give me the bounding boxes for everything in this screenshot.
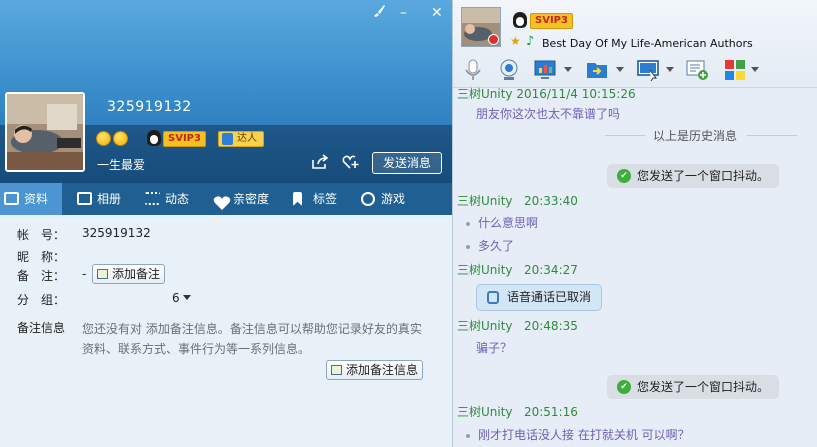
- webcam-icon[interactable]: [497, 58, 521, 82]
- now-playing-song[interactable]: Best Day Of My Life-American Authors: [542, 37, 753, 50]
- check-icon: ✔: [617, 380, 631, 394]
- bookmark-icon: [293, 192, 302, 206]
- music-note-icon: ♪: [526, 34, 535, 49]
- nickname-label: 昵 称：: [17, 250, 66, 264]
- share-icon[interactable]: [310, 154, 330, 172]
- file-transfer-icon[interactable]: [585, 58, 609, 82]
- vip-badge[interactable]: SVIP3: [163, 131, 206, 147]
- apps-grid-icon[interactable]: [723, 58, 747, 82]
- tab-intimacy[interactable]: 亲密度: [209, 183, 279, 215]
- message-line: 骗子？: [476, 341, 513, 355]
- check-icon: ✔: [617, 169, 631, 183]
- message-add-icon[interactable]: [685, 58, 709, 82]
- window-shake-notice: ✔ 您发送了一个窗口抖动。: [607, 164, 780, 188]
- remark-info-text: 您还没有对 添加备注信息。备注信息可以帮助您记录好友的真实资料、联系方式、事件行…: [82, 322, 422, 356]
- remark-info-label: 备注信息: [17, 321, 66, 335]
- close-button[interactable]: ✕: [431, 4, 443, 22]
- message-line: 多久了: [466, 237, 514, 254]
- penguin-icon: [513, 12, 527, 28]
- signature: 一生最爱: [97, 158, 146, 172]
- account-value: 325919132: [82, 226, 151, 240]
- remark-label: 备 注：: [17, 269, 66, 283]
- account-label: 帐 号：: [17, 228, 66, 242]
- screen-share-icon[interactable]: [533, 58, 557, 82]
- chat-panel: SVIP3 ★ ♪ Best Day Of My Life-American A…: [452, 0, 817, 447]
- profile-banner: – ✕ 325919132 SVIP3 达人 一生最爱 发送消息: [0, 0, 452, 183]
- message-sender: 三树Unity 20:34:27: [457, 263, 578, 277]
- smiley-icon: [113, 131, 128, 146]
- remark-value: -: [82, 267, 87, 281]
- blocked-icon: [488, 34, 499, 45]
- history-message-header: 三树Unity 2016/11/4 10:15:26: [457, 87, 636, 101]
- id-card-icon: [4, 192, 19, 205]
- feed-list-icon: [145, 192, 160, 205]
- message-sender: 三树Unity 20:48:35: [457, 319, 578, 333]
- tab-album[interactable]: 相册: [73, 183, 135, 215]
- photo-album-icon: [77, 192, 92, 205]
- vip-badge[interactable]: SVIP3: [530, 13, 573, 29]
- heart-add-icon[interactable]: [341, 154, 361, 172]
- qq-number-display: 325919132: [107, 99, 192, 115]
- penguin-icon: [147, 130, 161, 146]
- qq-window: – ✕ 325919132 SVIP3 达人 一生最爱 发送消息 资料 相册 动…: [0, 0, 817, 447]
- message-sender: 三树Unity 20:51:16: [457, 405, 578, 419]
- call-cancelled-bubble[interactable]: 语音通话已取消: [476, 284, 603, 311]
- tab-games[interactable]: 游戏: [357, 183, 417, 215]
- add-remark-info-button[interactable]: 添加备注信息: [326, 360, 424, 380]
- history-separator: 以上是历史消息: [453, 127, 817, 143]
- heart-icon: [213, 191, 231, 210]
- game-icon: [361, 192, 375, 206]
- profile-panel: – ✕ 325919132 SVIP3 达人 一生最爱 发送消息 资料 相册 动…: [0, 0, 452, 447]
- chevron-down-icon[interactable]: [751, 67, 759, 72]
- chevron-down-icon[interactable]: [616, 67, 624, 72]
- chat-history: 三树Unity 2016/11/4 10:15:26 朋友你这次也太不靠谱了吗 …: [453, 87, 817, 447]
- tab-profile[interactable]: 资料: [0, 183, 62, 215]
- chevron-down-icon[interactable]: [564, 67, 572, 72]
- tab-feed[interactable]: 动态: [141, 183, 203, 215]
- edit-note-icon: [97, 269, 108, 279]
- message-line: 什么意思啊: [466, 214, 538, 231]
- avatar[interactable]: [5, 92, 85, 172]
- add-remark-button[interactable]: 添加备注: [92, 264, 166, 284]
- message-line: 刚才打电话没人接 在打就关机 可以啊？: [466, 426, 690, 443]
- contact-avatar[interactable]: [461, 7, 501, 47]
- edit-note-icon: [331, 365, 342, 375]
- history-message: 朋友你这次也太不靠谱了吗: [476, 107, 621, 121]
- send-message-button[interactable]: 发送消息: [372, 152, 442, 174]
- group-label: 分 组：: [17, 293, 66, 307]
- tab-tags[interactable]: 标签: [289, 183, 347, 215]
- minimize-button[interactable]: –: [400, 4, 407, 22]
- chevron-down-icon[interactable]: [666, 67, 674, 72]
- expert-badge[interactable]: 达人: [218, 131, 264, 147]
- group-select[interactable]: 6: [172, 291, 180, 305]
- microphone-icon[interactable]: [461, 58, 485, 82]
- smiley-icon: [96, 131, 111, 146]
- message-sender: 三树Unity 20:33:40: [457, 194, 578, 208]
- chat-header: SVIP3 ★ ♪ Best Day Of My Life-American A…: [453, 0, 817, 88]
- profile-tabs: 资料 相册 动态 亲密度 标签 游戏: [0, 183, 452, 215]
- phone-icon: [487, 291, 499, 304]
- remote-desktop-icon[interactable]: [636, 58, 660, 82]
- star-icon: ★: [510, 34, 521, 48]
- window-shake-notice: ✔ 您发送了一个窗口抖动。: [607, 375, 780, 399]
- brush-icon[interactable]: [372, 4, 386, 23]
- chevron-down-icon[interactable]: [183, 295, 191, 300]
